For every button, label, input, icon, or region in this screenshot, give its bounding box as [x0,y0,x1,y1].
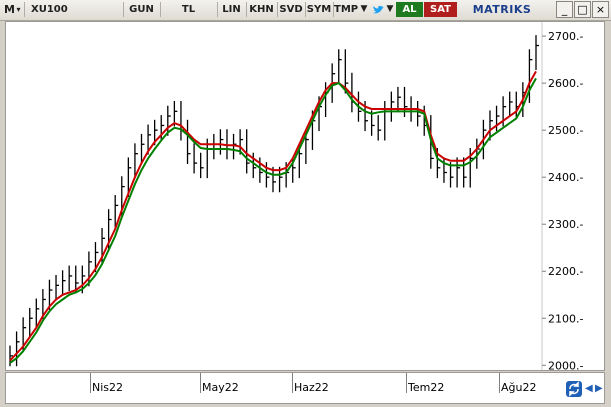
x-label-nis: Nis22 [92,381,124,394]
x-label-tem: Tem22 [408,381,445,394]
menu-dropdown-icon[interactable]: ▾ [15,2,22,17]
khn-button[interactable]: KHN [246,2,276,17]
minimize-button[interactable]: _ [556,1,573,18]
tmp-dropdown-icon[interactable]: ▼ [358,2,370,17]
x-label-agu: Ağu22 [501,381,537,394]
matriks-logo: MATRIKS [472,3,532,16]
x-tick-nis [90,373,91,393]
x-tick-tem [406,373,407,393]
price-chart[interactable]: 2000.- 2100.- 2200.- 2300.- 2400.- 2500.- 2600… [5,21,605,372]
y-tick-label: 2700.- [548,30,583,43]
x-label-haz: Haz22 [294,381,329,394]
y-tick-label: 2000.- [548,359,583,370]
sym-button[interactable]: SYM [305,2,332,17]
x-label-may: May22 [202,381,239,394]
twitter-icon[interactable] [371,2,385,17]
x-tick-haz [292,373,293,393]
svd-button[interactable]: SVD [277,2,304,17]
scroll-right-icon[interactable]: ▶ [595,383,603,394]
moving-average-green-line [9,77,537,364]
twitter-dropdown-icon[interactable]: ▼ [385,2,395,17]
currency-button[interactable]: TL [160,2,216,17]
time-axis: Nis22 May22 Haz22 Tem22 Ağu22 ◀ ▶ [5,372,605,404]
symbol-field[interactable]: XU100 [24,2,122,17]
period-button[interactable]: GUN [123,2,159,17]
maximize-button[interactable]: □ [574,1,591,18]
y-tick-label: 2100.- [548,312,583,325]
close-button[interactable]: × [592,1,609,18]
scale-button[interactable]: LIN [217,2,245,17]
y-tick-label: 2600.- [548,77,583,90]
y-tick-label: 2400.- [548,171,583,184]
moving-average-red-line [9,70,537,362]
sell-button[interactable]: SAT [424,2,457,17]
y-tick-label: 2300.- [548,218,583,231]
tmp-button[interactable]: TMP [333,2,358,17]
scroll-left-icon[interactable]: ◀ [585,383,593,394]
y-tick-label: 2200.- [548,265,583,278]
x-tick-agu [499,373,500,393]
sync-icon[interactable] [566,381,582,397]
price-chart-svg: 2000.- 2100.- 2200.- 2300.- 2400.- 2500.- 2600… [9,22,583,372]
x-tick-may [200,373,201,393]
y-tick-label: 2500.- [548,124,583,137]
buy-button[interactable]: AL [396,2,423,17]
chart-toolbar: M ▾ XU100 GUN TL LIN KHN SVD SYM TMP ▼ ▼… [0,0,611,21]
